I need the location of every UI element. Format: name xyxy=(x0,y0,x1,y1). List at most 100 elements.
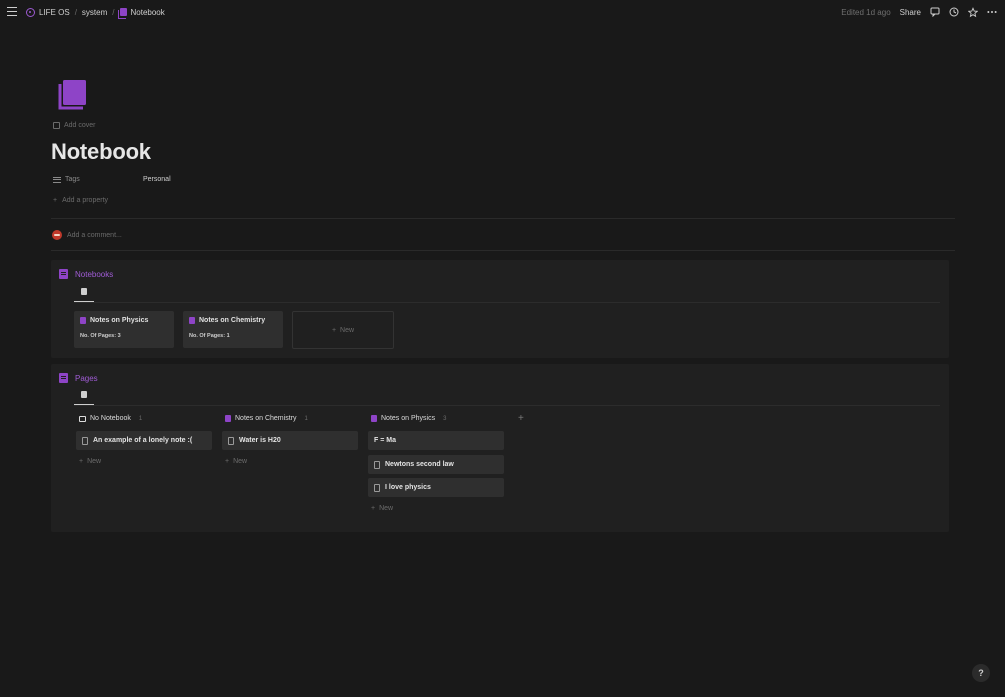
card-title-label: Notes on Physics xyxy=(90,317,149,324)
new-label: New xyxy=(379,505,394,512)
property-value[interactable]: Personal xyxy=(143,176,171,183)
card-title: I love physics xyxy=(385,484,431,491)
add-property-button[interactable]: + Add a property xyxy=(53,197,108,204)
page-title[interactable]: Notebook xyxy=(51,139,151,165)
avatar xyxy=(52,230,62,240)
comment-placeholder: Add a comment... xyxy=(67,231,122,239)
group-count: 1 xyxy=(138,415,143,422)
card-title: Notes on Chemistry xyxy=(189,317,265,324)
property-row-tags: Tags Personal xyxy=(53,176,171,183)
board-view-icon xyxy=(81,391,87,398)
board-card[interactable]: I love physics xyxy=(368,478,504,497)
database-icon xyxy=(59,373,68,383)
board-card[interactable]: An example of a lonely note :( xyxy=(76,431,212,450)
page-icon xyxy=(82,436,88,445)
add-cover-button[interactable]: Add cover xyxy=(53,122,96,129)
new-card-button[interactable]: + New xyxy=(79,458,101,465)
plus-icon: + xyxy=(53,197,58,204)
new-label: New xyxy=(233,458,248,465)
breadcrumb-separator: / xyxy=(112,7,115,17)
breadcrumb-item-system[interactable]: system xyxy=(82,8,107,17)
card-title: Notes on Physics xyxy=(80,317,148,324)
share-button[interactable]: Share xyxy=(900,8,921,17)
plus-icon: + xyxy=(331,326,337,334)
plus-icon: + xyxy=(79,458,84,465)
card-property: No. Of Pages: 1 xyxy=(189,333,230,339)
help-button[interactable]: ? xyxy=(972,664,990,682)
view-tab-gallery[interactable] xyxy=(74,288,94,302)
pages-database: Pages No Notebook 1 An example of a lone… xyxy=(51,364,949,532)
board-card[interactable]: Newtons second law xyxy=(368,455,504,474)
new-label: New xyxy=(87,458,102,465)
page-icon xyxy=(374,483,380,492)
divider xyxy=(74,302,940,303)
card-title: Newtons second law xyxy=(385,461,454,468)
group-count: 1 xyxy=(304,415,308,422)
group-name: Notes on Physics xyxy=(381,415,436,422)
divider xyxy=(51,250,955,251)
database-title[interactable]: Notebooks xyxy=(59,269,113,279)
image-icon xyxy=(53,122,60,129)
property-name[interactable]: Tags xyxy=(53,176,143,183)
inbox-icon xyxy=(79,415,86,422)
group-name: Notes on Chemistry xyxy=(235,415,297,422)
breadcrumb-label: LIFE OS xyxy=(39,7,70,17)
view-tab-board[interactable] xyxy=(74,391,94,405)
notebook-icon xyxy=(80,317,86,324)
card-title: An example of a lonely note :( xyxy=(93,437,193,444)
breadcrumb-label: system xyxy=(81,7,108,17)
notebook-icon xyxy=(371,415,377,422)
top-bar: LIFE OS / system / Notebook Edited 1d ag… xyxy=(0,0,1005,24)
gallery-view-icon xyxy=(81,288,87,295)
card-property: No. Of Pages: 3 xyxy=(80,333,121,339)
breadcrumb-item-notebook[interactable]: Notebook xyxy=(118,7,165,19)
comment-icon[interactable] xyxy=(930,7,940,17)
new-label: New xyxy=(340,326,355,334)
new-card-button[interactable]: + New xyxy=(371,505,393,512)
top-actions: Edited 1d ago Share xyxy=(841,0,997,24)
notebook-icon xyxy=(118,8,127,19)
divider xyxy=(51,218,955,219)
plus-icon: + xyxy=(225,458,230,465)
group-name: No Notebook xyxy=(90,415,131,422)
breadcrumb-separator: / xyxy=(74,7,77,17)
list-icon xyxy=(53,176,61,183)
plus-icon: + xyxy=(371,505,376,512)
new-card-button[interactable]: + New xyxy=(225,458,247,465)
database-title-label: Notebooks xyxy=(75,269,114,279)
add-cover-label: Add cover xyxy=(64,122,96,129)
board-group-header[interactable]: Notes on Physics 3 xyxy=(371,415,446,422)
card-title: F = Ma xyxy=(374,437,396,444)
notebook-icon xyxy=(225,415,231,422)
card-title-label: Notes on Chemistry xyxy=(199,317,266,324)
database-title[interactable]: Pages xyxy=(59,373,98,383)
board-card[interactable]: Water is H20 xyxy=(222,431,358,450)
property-label: Tags xyxy=(65,176,80,183)
database-title-label: Pages xyxy=(75,373,98,383)
page-icon xyxy=(228,436,234,445)
breadcrumb: LIFE OS / system / Notebook xyxy=(26,0,165,24)
divider xyxy=(74,405,940,406)
add-property-label: Add a property xyxy=(62,197,109,204)
life-os-icon xyxy=(26,7,35,17)
menu-icon[interactable] xyxy=(7,7,17,16)
page-icon xyxy=(374,460,380,469)
clock-icon[interactable] xyxy=(949,7,959,17)
board-card[interactable]: F = Ma xyxy=(368,431,504,450)
star-icon[interactable] xyxy=(968,6,978,17)
gallery-card[interactable]: Notes on Physics No. Of Pages: 3 xyxy=(74,311,174,348)
add-group-button[interactable]: + xyxy=(518,413,524,424)
board-group-header[interactable]: Notes on Chemistry 1 xyxy=(225,415,308,422)
breadcrumb-label: Notebook xyxy=(130,7,165,17)
breadcrumb-item-life-os[interactable]: LIFE OS xyxy=(26,7,70,17)
database-icon xyxy=(59,269,68,279)
gallery-card[interactable]: Notes on Chemistry No. Of Pages: 1 xyxy=(183,311,283,348)
comment-input[interactable]: Add a comment... xyxy=(52,230,122,240)
new-card-button[interactable]: + New xyxy=(292,311,394,349)
more-icon[interactable] xyxy=(987,7,997,17)
notebooks-database: Notebooks Notes on Physics No. Of Pages:… xyxy=(51,260,949,358)
board-group-header[interactable]: No Notebook 1 xyxy=(79,415,142,422)
group-count: 3 xyxy=(443,415,447,422)
edited-timestamp: Edited 1d ago xyxy=(841,7,891,17)
notebook-icon[interactable] xyxy=(57,78,89,111)
